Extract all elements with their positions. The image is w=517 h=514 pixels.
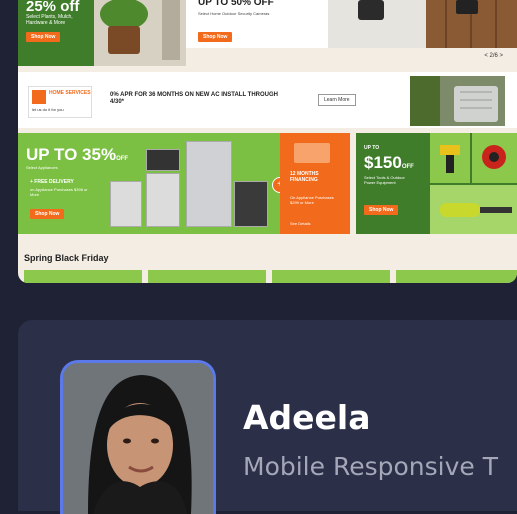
blower-image [430,185,517,234]
section-title: Spring Black Friday [24,253,109,263]
install-headline: 0% APR FOR 36 MONTHS ON NEW AC INSTALL T… [110,92,279,105]
free-delivery-label: + FREE DELIVERY [30,179,74,185]
promo-headline: UP TO 50% OFF [198,0,274,8]
promo-sub: Select Home Outdoor Security Cameras [198,11,270,16]
free-delivery-sub: on Appliance Purchases $396 or More [30,187,88,197]
saw-icon [482,145,506,169]
tools-sub: Select Tools & Outdoor Power Equipment [364,175,405,185]
logo-line1: HOME SERVICES [49,90,91,96]
fence-image [426,0,517,48]
website-screenshot-preview: 25% off Select Plants, Mulch, Hardware &… [18,0,517,283]
refrigerator-image [186,141,232,227]
amount-suffix: OFF [401,164,414,170]
shop-now-button[interactable]: Shop Now [26,32,61,42]
planter-image [94,0,186,66]
dishwasher-image [110,181,142,227]
percent-value: UP TO 35% [26,145,117,164]
home-services-logo: HOME SERVICES let us do it for you [28,86,92,118]
product-tile[interactable] [24,270,142,283]
product-tile[interactable] [272,270,390,283]
washer-image [234,181,268,227]
promo-sub: Select Plants, Mulch, Hardware & More [26,14,73,26]
financing-offer[interactable]: 12 MONTHS FINANCING On Appliance Purchas… [280,133,350,234]
ac-unit-icon [410,76,505,126]
tools-up-to: UP TO [364,145,380,151]
carousel-pager[interactable]: < 2/6 > [484,53,503,59]
microwave-image [146,149,180,171]
appliance-banner[interactable]: UP TO 35%OFF Select Appliances + FREE DE… [18,133,350,234]
appliance-percent: UP TO 35%OFF [26,145,128,165]
ac-unit-image [410,76,505,126]
avatar [60,360,216,514]
percent-suffix: OFF [116,156,129,162]
shop-now-button[interactable]: Shop Now [364,205,399,215]
fence-icon [426,0,517,48]
saw-image [472,133,517,183]
appliance-sub: Select Appliances [26,165,58,170]
shop-now-button[interactable]: Shop Now [30,209,65,219]
profile-name: Adeela [243,398,371,437]
financing-title: 12 MONTHS FINANCING [290,171,319,183]
promo-headline: 25% off [26,0,80,15]
planter-icon [94,0,186,66]
product-tile[interactable] [396,270,517,283]
financing-link[interactable]: See Details [290,221,310,226]
person-icon [63,363,213,514]
camera-image [328,0,426,48]
promo-card-security[interactable]: UP TO 50% OFF Select Home Outdoor Securi… [186,0,328,48]
camera-icon [328,0,426,48]
tools-banner[interactable]: UP TO $150OFF Select Tools & Outdoor Pow… [356,133,517,234]
card-icon [294,143,330,163]
amount-value: $150 [364,153,402,172]
logo-line2: let us do it for you [32,107,64,112]
drill-image [430,133,470,183]
shop-now-button[interactable]: Shop Now [198,32,233,42]
financing-sub: On Appliance Purchases $299 or More [290,195,334,205]
learn-more-button[interactable]: Learn More [318,94,356,106]
promo-card-garden[interactable]: 25% off Select Plants, Mulch, Hardware &… [18,0,94,66]
blower-icon [440,203,512,217]
profile-card: Adeela Mobile Responsive T [18,320,517,514]
product-tile[interactable] [148,270,266,283]
tools-amount: $150OFF [364,153,414,173]
promo-row: 25% off Select Plants, Mulch, Hardware &… [18,0,517,66]
profile-role: Mobile Responsive T [243,452,498,481]
brand-square-icon [32,90,46,104]
drill-icon [440,145,460,173]
ac-install-banner[interactable]: HOME SERVICES let us do it for you 0% AP… [18,72,517,128]
range-image [146,173,180,227]
